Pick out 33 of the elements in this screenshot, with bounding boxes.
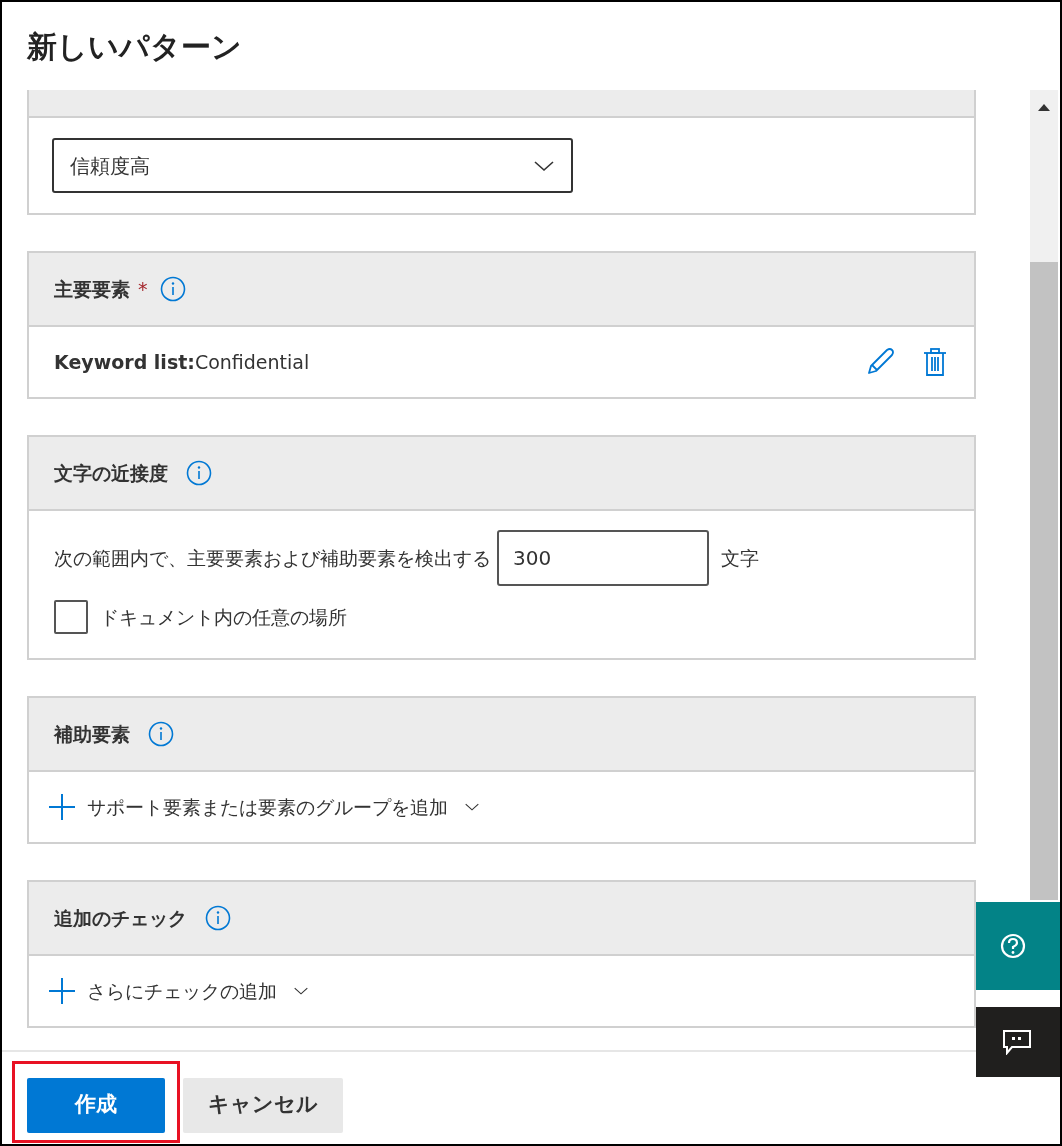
trash-icon[interactable] [923,347,947,377]
feedback-panel[interactable] [976,1007,1060,1077]
scroll-up-icon[interactable] [1037,102,1051,112]
create-button[interactable]: 作成 [27,1077,165,1133]
keyword-text: Keyword list:Confidential [54,349,311,375]
section-heading: 文字の近接度 [54,460,168,486]
cancel-button[interactable]: キャンセル [183,1077,343,1133]
dropdown-value: 信頼度高 [70,152,150,180]
unit-label: 文字 [721,545,759,571]
dropdown[interactable]: 信頼度高 [52,138,573,193]
number-field[interactable]: 300 [497,530,709,586]
plus-icon[interactable] [47,976,77,1006]
info-icon[interactable] [186,460,212,486]
proximity-text: 次の範囲内で、主要要素および補助要素を検出する [54,545,491,571]
plus-icon[interactable] [47,792,77,822]
scrollbar[interactable] [1030,90,1058,900]
checkbox[interactable] [54,600,88,634]
checkbox-label: ドキュメント内の任意の場所 [100,604,347,630]
scrollbar-thumb[interactable] [1030,262,1058,900]
help-panel[interactable] [976,902,1060,990]
info-icon[interactable] [148,721,174,747]
info-icon[interactable] [159,276,186,302]
help-icon[interactable] [1000,933,1026,959]
speech-bubble-icon[interactable] [1002,1029,1032,1055]
info-icon[interactable] [205,905,231,931]
edit-icon[interactable] [865,347,895,377]
required-mark: * [138,276,148,302]
add-link[interactable]: さらにチェックの追加 [87,976,277,1006]
section-heading: 追加のチェック [54,905,187,931]
section-heading: 補助要素 [54,721,130,747]
section-heading: 主要要素 [54,276,130,302]
window-title: 新しいパターン [27,27,242,66]
add-link[interactable]: サポート要素または要素のグループを追加 [87,792,448,822]
